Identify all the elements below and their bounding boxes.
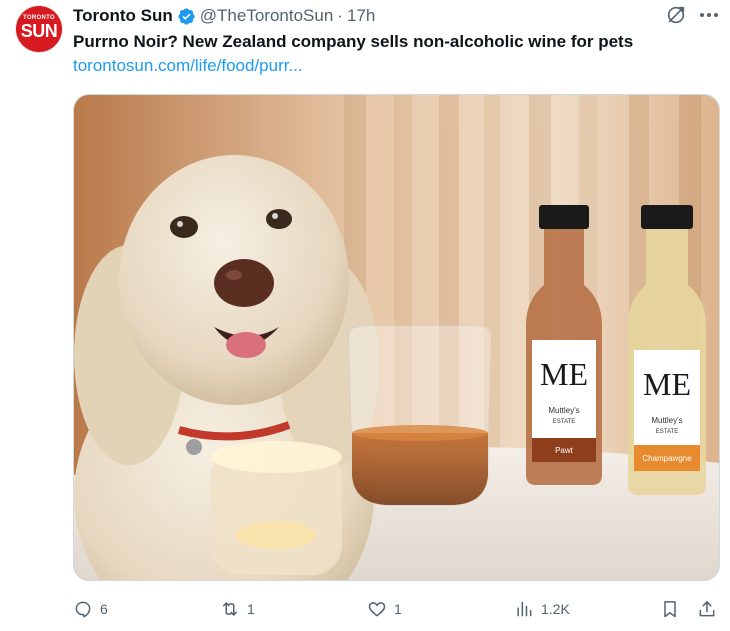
bookmark-icon [664,601,676,618]
reply-button[interactable]: 6 [73,592,108,626]
display-name[interactable]: Toronto Sun [73,6,173,26]
views-icon [517,601,532,617]
repost-count: 1 [247,601,255,617]
avatar-big-text: SUN [20,21,58,41]
repost-icon [223,602,237,616]
tweet-text: Purrno Noir? New Zealand company sells n… [73,32,634,51]
bottle1-estate: ESTATE [553,419,575,425]
tweet[interactable]: TORONTO SUN Toronto Sun @TheTorontoSun ·… [0,0,730,631]
share-icon [699,601,715,617]
reply-icon [75,601,91,618]
more-icon[interactable] [697,4,721,26]
repost-button[interactable]: 1 [220,592,255,626]
tweet-header: Toronto Sun @TheTorontoSun · 17h [73,5,375,27]
views-button[interactable]: 1.2K [514,592,570,626]
handle[interactable]: @TheTorontoSun [200,6,334,26]
tweet-link[interactable]: torontosun.com/life/food/purr... [73,56,303,76]
dog-and-wine-photo: ME Muttley's ESTATE Pawt ME Muttley's ES… [74,95,719,580]
bottle1-logo: ME [540,356,588,392]
separator-dot: · [337,6,343,25]
bookmark-button[interactable] [660,592,680,626]
bottle2-logo: ME [643,366,691,402]
media-image[interactable]: ME Muttley's ESTATE Pawt ME Muttley's ES… [73,94,720,581]
bottle2-estate: ESTATE [656,429,678,435]
bottle1-variety: Pawt [555,446,574,455]
avatar[interactable]: TORONTO SUN [16,6,62,52]
verified-badge-icon [178,7,195,25]
heart-icon [368,602,386,617]
tweet-actions: 6 1 1 1.2K [0,592,730,626]
grok-icon[interactable] [665,4,687,26]
bottle2-brand: Muttley's [651,416,682,425]
like-count: 1 [394,601,402,617]
reply-count: 6 [100,601,108,617]
bottle1-brand: Muttley's [548,406,579,415]
bottle2-variety: Champawgne [642,454,692,463]
share-button[interactable] [697,592,717,626]
views-count: 1.2K [541,601,570,617]
timestamp[interactable]: 17h [347,6,375,26]
like-button[interactable]: 1 [367,592,402,626]
